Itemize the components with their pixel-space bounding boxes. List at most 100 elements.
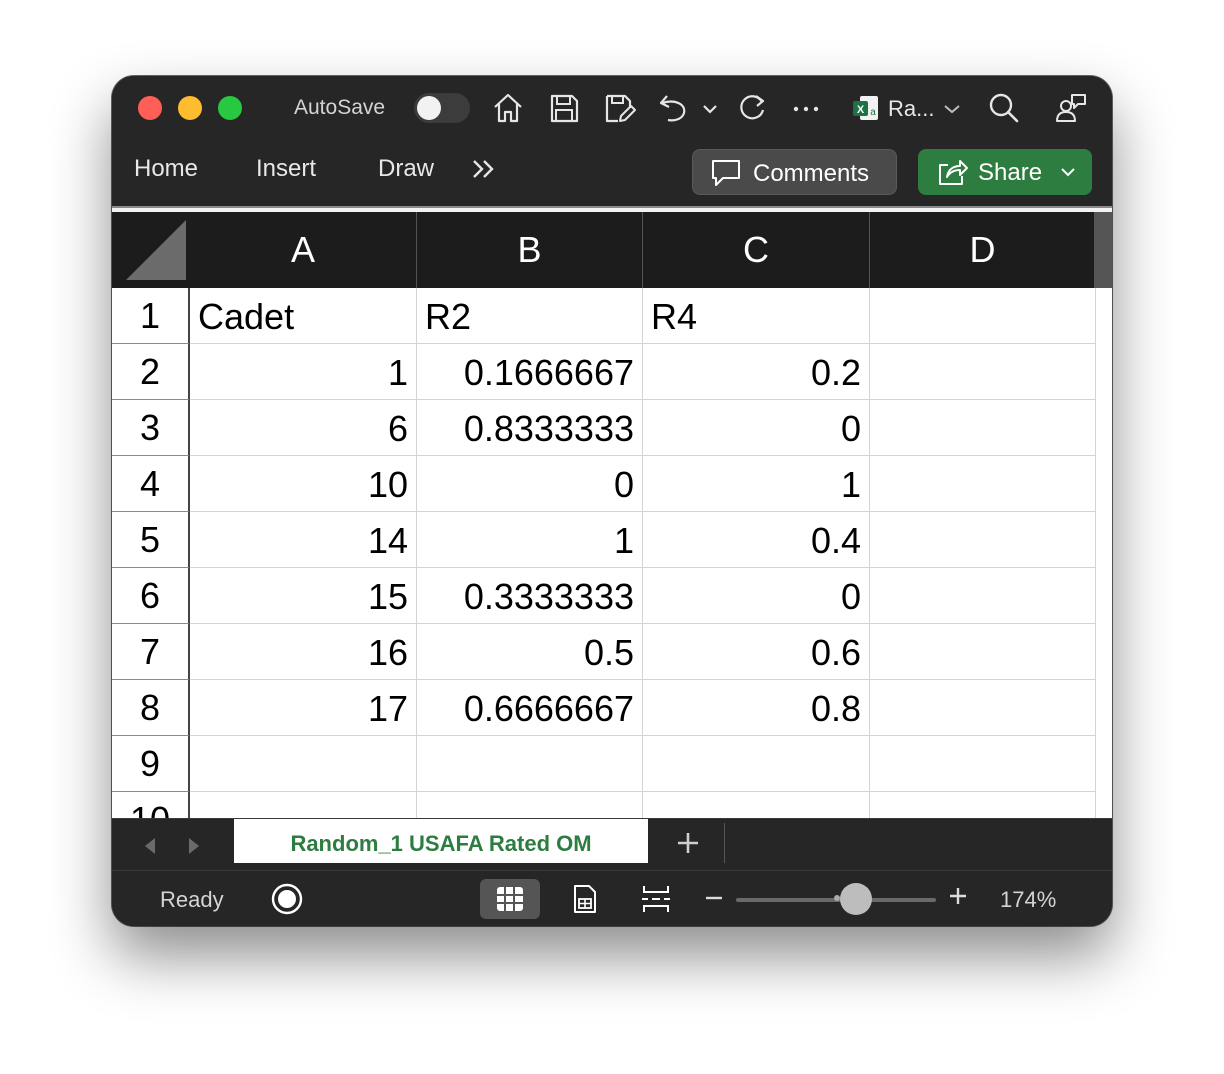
cell-b3[interactable]: 0.8333333 (417, 400, 643, 456)
cell-d2[interactable] (870, 344, 1096, 400)
autosave-toggle[interactable] (414, 93, 470, 123)
sheet-tab-label: Random_1 USAFA Rated OM (290, 831, 592, 856)
cell-d3[interactable] (870, 400, 1096, 456)
svg-text:X: X (857, 104, 865, 116)
cell-d7[interactable] (870, 624, 1096, 680)
vertical-scrollbar[interactable] (1094, 212, 1112, 288)
more-tabs-icon[interactable] (468, 152, 502, 186)
zoom-window-button[interactable] (218, 96, 242, 120)
cell-b5[interactable]: 1 (417, 512, 643, 568)
comments-button[interactable]: Comments (692, 149, 897, 195)
cell-a1[interactable]: Cadet (190, 288, 417, 344)
row-header-3[interactable]: 3 (112, 400, 190, 456)
minimize-window-button[interactable] (178, 96, 202, 120)
file-name[interactable]: Ra... (888, 96, 934, 122)
row-header-1[interactable]: 1 (112, 288, 190, 344)
sheet-prev-icon[interactable] (140, 835, 160, 857)
cell-b7[interactable]: 0.5 (417, 624, 643, 680)
cell-c3[interactable]: 0 (643, 400, 870, 456)
add-sheet-icon[interactable] (672, 827, 704, 859)
cell-c5[interactable]: 0.4 (643, 512, 870, 568)
cell-c8[interactable]: 0.8 (643, 680, 870, 736)
share-button[interactable]: Share (918, 149, 1092, 195)
search-icon[interactable] (986, 90, 1022, 126)
cell-c6[interactable]: 0 (643, 568, 870, 624)
sheet-next-icon[interactable] (184, 835, 204, 857)
row-header-9[interactable]: 9 (112, 736, 190, 792)
cell-b1[interactable]: R2 (417, 288, 643, 344)
zoom-slider-thumb[interactable] (840, 883, 872, 915)
cell-b6[interactable]: 0.3333333 (417, 568, 643, 624)
cell-c7[interactable]: 0.6 (643, 624, 870, 680)
spreadsheet-grid[interactable]: A B C D 1 Cadet R2 R4 2 1 0.1666667 0.2 … (112, 206, 1112, 818)
column-header-a[interactable]: A (190, 212, 417, 288)
cell-d9[interactable] (870, 736, 1096, 792)
tab-draw[interactable]: Draw (378, 155, 434, 183)
cell-b2[interactable]: 0.1666667 (417, 344, 643, 400)
zoom-out-button[interactable] (704, 885, 724, 909)
status-bar: Ready 174% (112, 870, 1112, 926)
save-icon[interactable] (546, 90, 582, 126)
page-break-view-button[interactable] (626, 879, 686, 919)
comments-label: Comments (753, 160, 870, 187)
cell-c10[interactable] (643, 792, 870, 818)
cell-a10[interactable] (190, 792, 417, 818)
normal-view-button[interactable] (480, 879, 540, 919)
select-all-corner[interactable] (112, 212, 191, 288)
cell-c2[interactable]: 0.2 (643, 344, 870, 400)
cell-a3[interactable]: 6 (190, 400, 417, 456)
home-icon[interactable] (490, 90, 526, 126)
row-header-10[interactable]: 10 (112, 792, 190, 818)
sheet-tab-active[interactable]: Random_1 USAFA Rated OM (234, 819, 648, 863)
cell-c1[interactable]: R4 (643, 288, 870, 344)
more-icon[interactable] (788, 90, 824, 126)
row-header-6[interactable]: 6 (112, 568, 190, 624)
redo-icon[interactable] (734, 90, 770, 126)
row-header-5[interactable]: 5 (112, 512, 190, 568)
cell-b9[interactable] (417, 736, 643, 792)
undo-icon[interactable] (655, 90, 691, 126)
row-header-7[interactable]: 7 (112, 624, 190, 680)
cell-a6[interactable]: 15 (190, 568, 417, 624)
cell-c9[interactable] (643, 736, 870, 792)
tab-insert[interactable]: Insert (256, 155, 316, 183)
ribbon: Home Insert Draw Comments Share (112, 140, 1112, 206)
cell-b4[interactable]: 0 (417, 456, 643, 512)
cell-d5[interactable] (870, 512, 1096, 568)
cell-d6[interactable] (870, 568, 1096, 624)
tab-home[interactable]: Home (134, 155, 198, 183)
cell-d8[interactable] (870, 680, 1096, 736)
cell-a9[interactable] (190, 736, 417, 792)
page-layout-icon (574, 885, 596, 913)
zoom-level[interactable]: 174% (1000, 887, 1056, 913)
row-header-4[interactable]: 4 (112, 456, 190, 512)
row-header-2[interactable]: 2 (112, 344, 190, 400)
excel-window: AutoSave Xa Ra... Home Insert Draw Comme… (112, 76, 1112, 926)
zoom-in-button[interactable] (948, 881, 968, 911)
chevron-down-icon[interactable] (940, 90, 964, 126)
page-layout-view-button[interactable] (554, 879, 614, 919)
close-window-button[interactable] (138, 96, 162, 120)
cell-d10[interactable] (870, 792, 1096, 818)
svg-text:a: a (870, 107, 876, 118)
cell-b10[interactable] (417, 792, 643, 818)
cell-a4[interactable]: 10 (190, 456, 417, 512)
cell-d4[interactable] (870, 456, 1096, 512)
undo-dropdown-icon[interactable] (698, 90, 722, 126)
cell-c4[interactable]: 1 (643, 456, 870, 512)
autosave-toggle-knob (417, 96, 441, 120)
row-header-8[interactable]: 8 (112, 680, 190, 736)
cell-a8[interactable]: 17 (190, 680, 417, 736)
cell-a7[interactable]: 16 (190, 624, 417, 680)
column-header-c[interactable]: C (643, 212, 870, 288)
cell-a5[interactable]: 14 (190, 512, 417, 568)
cell-a2[interactable]: 1 (190, 344, 417, 400)
account-icon[interactable] (1052, 90, 1088, 126)
share-chevron-down-icon[interactable] (1058, 163, 1078, 181)
column-header-b[interactable]: B (417, 212, 643, 288)
column-header-d[interactable]: D (870, 212, 1096, 288)
cell-b8[interactable]: 0.6666667 (417, 680, 643, 736)
save-as-icon[interactable] (601, 90, 637, 126)
cell-d1[interactable] (870, 288, 1096, 344)
record-macro-icon[interactable] (270, 882, 304, 916)
